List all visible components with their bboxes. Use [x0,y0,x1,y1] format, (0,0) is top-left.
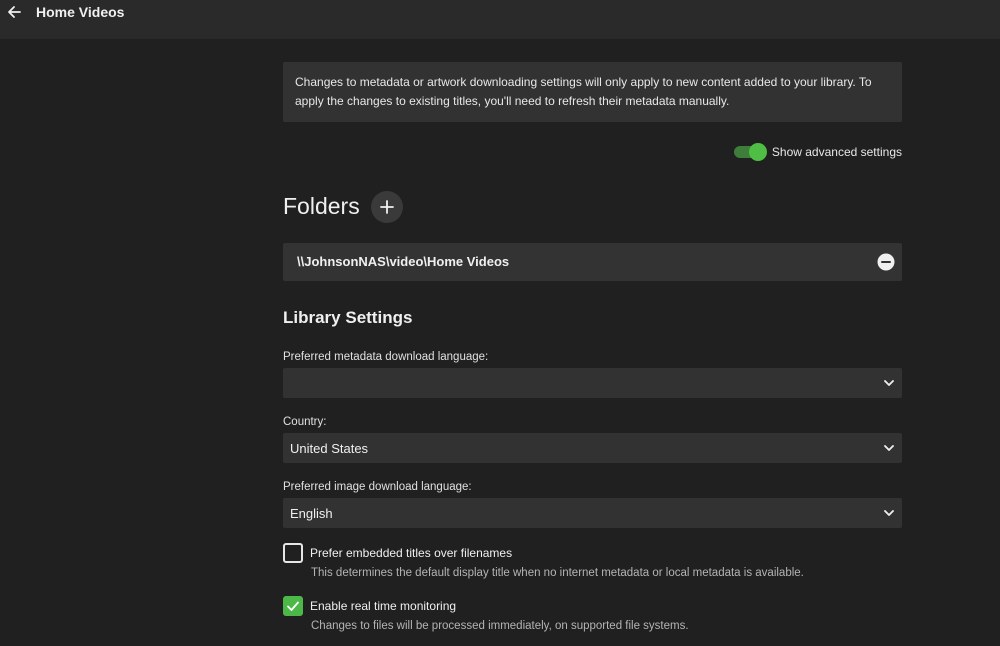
chevron-down-icon [884,445,894,451]
advanced-settings-toggle[interactable] [733,143,767,161]
folder-row: \\JohnsonNAS\video\Home Videos [283,243,902,281]
top-bar: Home Videos [0,0,1000,39]
back-button[interactable] [4,2,24,22]
metadata-language-label: Preferred metadata download language: [283,351,489,363]
image-language-label: Preferred image download language: [283,481,472,493]
folders-heading: Folders [283,193,360,219]
remove-folder-button[interactable] [877,253,895,271]
chevron-down-icon [884,510,894,516]
metadata-notice: Changes to metadata or artwork downloadi… [283,62,902,122]
realtime-monitoring-checkbox[interactable] [283,596,303,616]
metadata-language-select[interactable] [283,368,902,398]
minus-circle-icon [877,253,895,271]
realtime-monitoring-label[interactable]: Enable real time monitoring [310,599,456,613]
country-select[interactable]: United States [283,433,902,463]
add-folder-button[interactable] [371,191,403,223]
country-value: United States [290,441,369,456]
country-label: Country: [283,416,327,428]
realtime-monitoring-description: Changes to files will be processed immed… [311,620,689,632]
toggle-knob [748,143,767,161]
image-language-value: English [290,506,333,521]
checkmark-icon [287,601,299,611]
embedded-titles-label[interactable]: Prefer embedded titles over filenames [310,546,512,560]
page-title: Home Videos [36,4,125,20]
advanced-settings-label[interactable]: Show advanced settings [772,145,902,159]
advanced-settings-row: Show advanced settings [733,142,902,162]
plus-icon [380,200,394,214]
embedded-titles-checkbox[interactable] [283,543,303,563]
image-language-select[interactable]: English [283,498,902,528]
library-settings-heading: Library Settings [283,308,413,327]
folder-path: \\JohnsonNAS\video\Home Videos [297,254,510,269]
arrow-left-icon [8,6,21,18]
chevron-down-icon [884,380,894,386]
embedded-titles-description: This determines the default display titl… [311,567,804,579]
